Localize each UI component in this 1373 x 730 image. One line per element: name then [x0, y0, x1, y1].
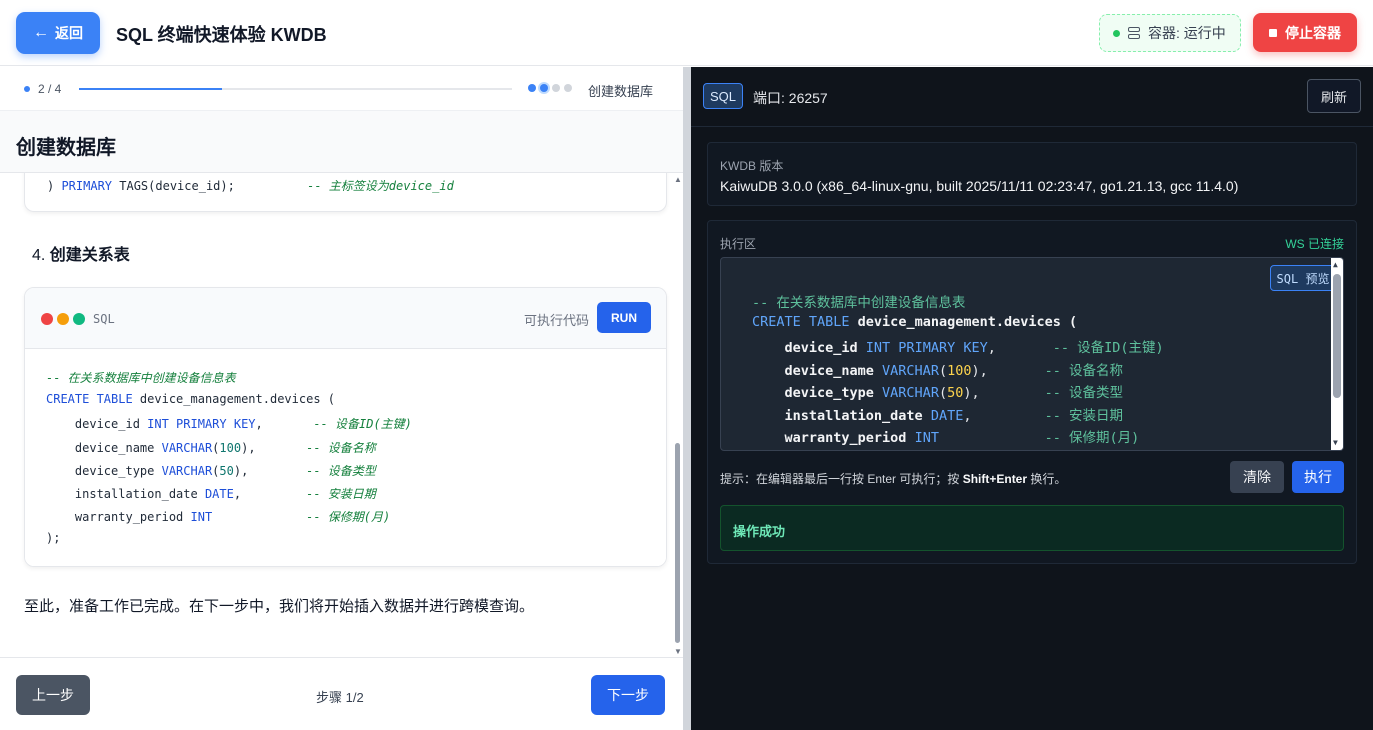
server-icon	[1128, 26, 1140, 40]
panel-divider[interactable]	[683, 67, 691, 730]
version-box: KWDB 版本 KaiwuDB 3.0.0 (x86_64-linux-gnu,…	[707, 142, 1357, 206]
step-header: 创建数据库	[0, 111, 683, 173]
stop-label: 停止容器	[1285, 24, 1341, 41]
version-label: KWDB 版本	[720, 159, 784, 173]
editor-line: CREATE TABLE device_management.devices (	[752, 313, 1078, 330]
dot-green-icon	[73, 313, 85, 325]
clear-button[interactable]: 清除	[1230, 461, 1284, 493]
next-step-button[interactable]: 下一步	[591, 675, 665, 715]
stop-container-button[interactable]: 停止容器	[1253, 13, 1357, 52]
refresh-button[interactable]: 刷新	[1307, 79, 1361, 113]
code-line: installation_date DATE, -- 安装日期	[46, 487, 376, 501]
progress-step-name: 创建数据库	[588, 84, 654, 99]
page-title: SQL 终端快速体验 KWDB	[116, 25, 327, 45]
dot-red-icon	[41, 313, 53, 325]
back-button[interactable]: ← 返回	[16, 12, 100, 54]
step-footer: 上一步 步骤 1/2 下一步	[0, 657, 683, 730]
progress-row: 2 / 4 创建数据库	[0, 67, 683, 111]
scroll-up-icon[interactable]: ▲	[1333, 260, 1338, 269]
version-text: KaiwuDB 3.0.0 (x86_64-linux-gnu, built 2…	[720, 178, 1239, 194]
step-heading: 创建数据库	[16, 137, 116, 159]
code-line: ) PRIMARY TAGS(device_id); -- 主标签设为devic…	[47, 179, 454, 193]
step-dots	[528, 84, 572, 92]
editor-line: -- 在关系数据库中创建设备信息表	[752, 295, 966, 311]
progress-fill	[79, 88, 222, 90]
terminal-panel: SQL 端口: 26257 刷新 KWDB 版本 KaiwuDB 3.0.0 (…	[691, 67, 1373, 730]
tutorial-panel: 2 / 4 创建数据库 创建数据库 ) PRIMARY TAGS(device_…	[0, 67, 683, 730]
sql-editor[interactable]: SQL 预览 ▲ ▼ -- 在关系数据库中创建设备信息表 CREATE TABLE…	[720, 257, 1344, 451]
back-label: 返回	[55, 25, 83, 41]
previous-code-block: ) PRIMARY TAGS(device_id); -- 主标签设为devic…	[24, 173, 667, 212]
scroll-up-icon[interactable]: ▲	[674, 175, 682, 184]
editor-line: warranty_period INT -- 保修期(月)	[752, 430, 1140, 446]
run-button[interactable]: RUN	[597, 302, 651, 333]
code-body: -- 在关系数据库中创建设备信息表 CREATE TABLE device_man…	[25, 349, 666, 566]
step-dot	[528, 84, 536, 92]
code-block: SQL 可执行代码 RUN -- 在关系数据库中创建设备信息表 CREATE TA…	[24, 287, 667, 567]
code-line: device_type VARCHAR(50), -- 设备类型	[46, 463, 376, 478]
code-line: CREATE TABLE device_management.devices (	[46, 392, 335, 407]
progress-track	[79, 88, 512, 90]
editor-line: device_type VARCHAR(50), -- 设备类型	[752, 385, 1124, 401]
ws-status: WS 已连接	[1285, 237, 1344, 251]
execution-title: 执行区	[720, 237, 757, 251]
editor-hint: 提示：在编辑器最后一行按 Enter 可执行；按 Shift+Enter 换行。	[720, 472, 1067, 486]
code-language: SQL	[93, 312, 115, 326]
container-status-badge: 容器: 运行中	[1099, 14, 1241, 52]
execution-area: 执行区 WS 已连接 SQL 预览 ▲ ▼ -- 在关系数据库中创建设备信息表 C…	[707, 220, 1357, 564]
code-line: );	[46, 531, 61, 546]
result-message: 操作成功	[720, 505, 1344, 551]
step-dot	[540, 84, 548, 92]
status-dot-icon	[1113, 29, 1120, 37]
prev-step-button[interactable]: 上一步	[16, 675, 90, 715]
section-title: 4. 创建关系表	[32, 247, 130, 264]
step-dot	[564, 84, 572, 92]
execute-button[interactable]: 执行	[1292, 461, 1344, 493]
executable-label: 可执行代码	[524, 313, 590, 328]
code-line: -- 在关系数据库中创建设备信息表	[46, 371, 236, 385]
stop-icon	[1269, 28, 1277, 37]
result-text: 操作成功	[733, 524, 786, 539]
editor-scrollbar[interactable]: ▲ ▼	[1331, 258, 1343, 450]
container-status-text: 容器: 运行中	[1148, 25, 1226, 41]
port-text: 端口: 26257	[753, 90, 828, 106]
scroll-thumb[interactable]	[675, 443, 680, 643]
arrow-left-icon: ←	[33, 24, 49, 41]
terminal-toolbar: SQL 端口: 26257 刷新	[691, 67, 1373, 127]
sql-badge: SQL	[703, 83, 743, 109]
code-line: warranty_period INT -- 保修期(月)	[46, 510, 391, 525]
scroll-down-icon[interactable]: ▼	[674, 647, 682, 656]
code-line: device_name VARCHAR(100), -- 设备名称	[46, 440, 376, 455]
step-dot	[552, 84, 560, 92]
editor-scroll-thumb[interactable]	[1333, 274, 1341, 398]
step-counter: 步骤 1/2	[316, 690, 364, 705]
editor-line: installation_date DATE, -- 安装日期	[752, 407, 1124, 424]
progress-dot-icon	[24, 86, 30, 92]
code-line: device_id INT PRIMARY KEY, -- 设备ID(主键)	[46, 417, 412, 432]
editor-line: device_name VARCHAR(100), -- 设备名称	[752, 362, 1124, 379]
progress-count: 2 / 4	[38, 82, 62, 96]
sql-preview-button[interactable]: SQL 预览	[1270, 265, 1336, 291]
code-block-header: SQL 可执行代码 RUN	[25, 288, 666, 349]
scroll-down-icon[interactable]: ▼	[1333, 438, 1338, 447]
editor-line: device_id INT PRIMARY KEY, -- 设备ID(主键)	[752, 340, 1164, 356]
step-content[interactable]: ) PRIMARY TAGS(device_id); -- 主标签设为devic…	[0, 173, 683, 657]
content-scrollbar[interactable]: ▲ ▼	[673, 173, 683, 657]
dot-yellow-icon	[57, 313, 69, 325]
closing-paragraph: 至此，准备工作已完成。在下一步中，我们将开始插入数据并进行跨模查询。	[24, 598, 535, 615]
top-header: ← 返回 SQL 终端快速体验 KWDB 容器: 运行中 停止容器	[0, 0, 1373, 66]
